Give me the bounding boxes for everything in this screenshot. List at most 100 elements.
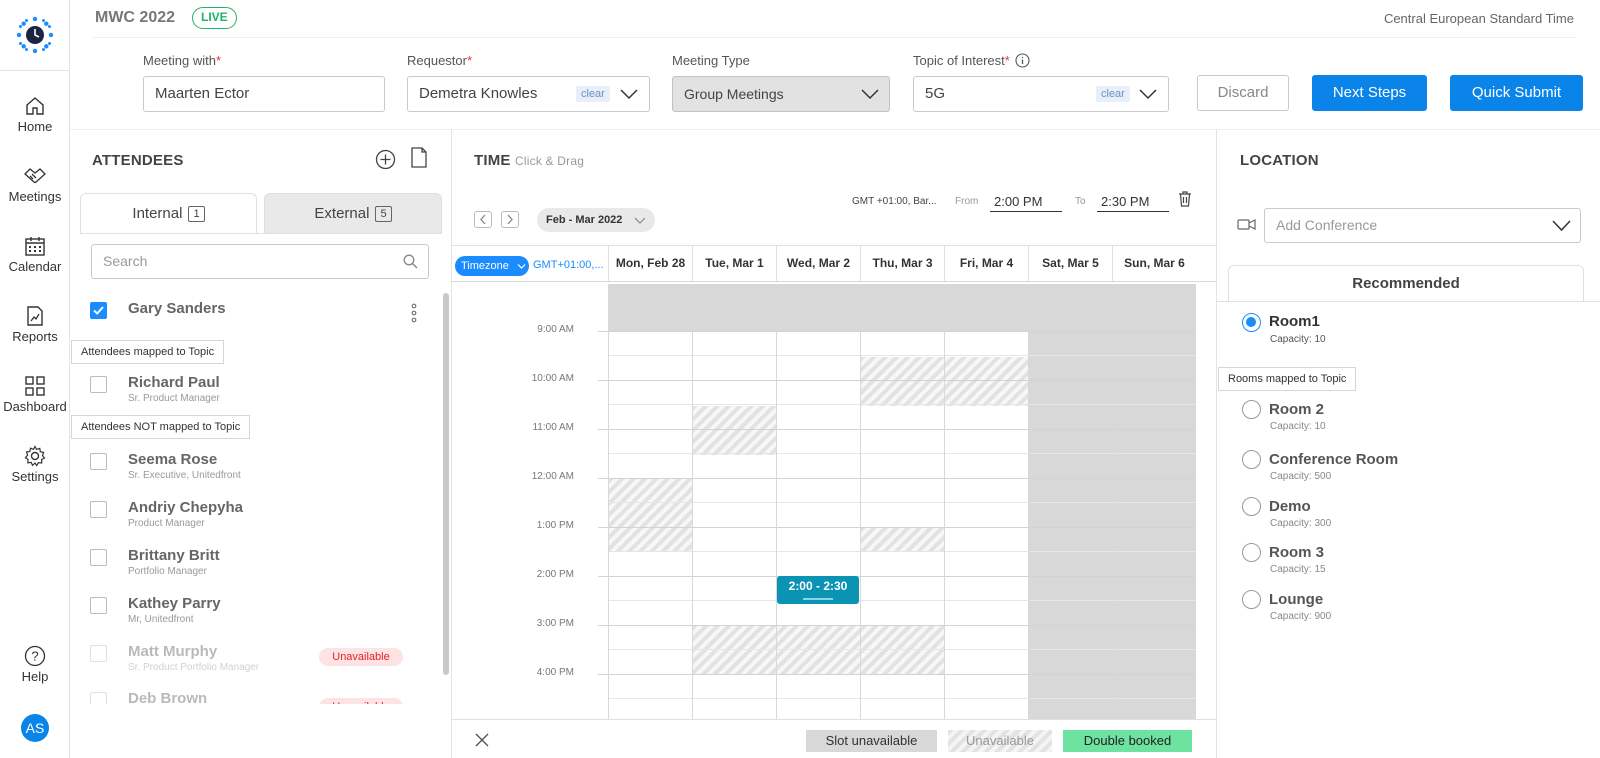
video-camera-icon — [1237, 219, 1256, 230]
room-radio[interactable] — [1242, 497, 1261, 516]
app-logo[interactable] — [15, 15, 55, 55]
grid-line — [608, 453, 1196, 454]
day-column[interactable] — [608, 284, 609, 719]
avatar[interactable]: AS — [21, 714, 49, 742]
hour-tick — [598, 527, 608, 528]
nav-reports[interactable]: Reports — [0, 305, 70, 344]
attendee-row[interactable]: Andriy Chepyha Product Manager — [90, 499, 420, 543]
attendee-checkbox[interactable] — [90, 453, 107, 470]
attendee-row[interactable]: Seema Rose Sr. Executive, Unitedfront — [90, 451, 420, 495]
date-range-value: Feb - Mar 2022 — [546, 214, 623, 226]
attendee-row[interactable]: Brittany Britt Portfolio Manager — [90, 547, 420, 591]
trash-icon[interactable] — [1178, 191, 1192, 207]
topic-clear-button[interactable]: clear — [1096, 86, 1130, 102]
hour-tick — [598, 429, 608, 430]
tab-recommended[interactable]: Recommended — [1228, 265, 1584, 301]
attendee-name: Andriy Chepyha — [128, 499, 244, 516]
tab-external[interactable]: External 5 — [264, 193, 442, 233]
room-capacity: Capacity: 500 — [1270, 471, 1331, 482]
attendee-row[interactable]: Richard Paul Sr. Product Manager — [90, 374, 420, 418]
topic-select[interactable]: 5G clear — [913, 76, 1169, 112]
nav-meetings[interactable]: Meetings — [0, 165, 70, 204]
close-icon[interactable] — [474, 732, 490, 748]
nav-help[interactable]: ? Help — [0, 645, 70, 684]
from-time-input[interactable]: 2:00 PM — [990, 194, 1062, 212]
attendee-checkbox[interactable] — [90, 501, 107, 518]
chevron-down-icon — [634, 217, 646, 224]
hour-label: 3:00 PM — [536, 618, 574, 629]
discard-button[interactable]: Discard — [1197, 75, 1289, 111]
meeting-with-input[interactable]: Maarten Ector — [143, 76, 385, 112]
meeting-type-label: Meeting Type — [672, 53, 750, 68]
tab-internal-count: 1 — [188, 206, 205, 222]
header-divider — [93, 37, 1575, 38]
room-capacity: Capacity: 300 — [1270, 518, 1331, 529]
tab-underline — [1216, 301, 1600, 302]
attendee-checkbox[interactable] — [90, 597, 107, 614]
add-conference-select[interactable]: Add Conference — [1264, 208, 1581, 243]
day-column[interactable] — [944, 284, 945, 719]
prev-week-button[interactable] — [474, 211, 492, 228]
room-capacity: Capacity: 10 — [1270, 421, 1326, 432]
nav-home[interactable]: Home — [0, 95, 70, 134]
day-column[interactable] — [692, 284, 693, 719]
attendee-role: Sr. Executive, Unitedfront — [128, 470, 241, 481]
requestor-select[interactable]: Demetra Knowles clear — [407, 76, 650, 112]
room-radio[interactable] — [1242, 313, 1261, 332]
attendee-row-selected[interactable]: Gary Sanders — [90, 300, 420, 344]
timezone-button[interactable]: Timezone — [455, 256, 529, 276]
more-options-icon[interactable] — [411, 303, 417, 323]
attendees-not-mapped-tag: Attendees NOT mapped to Topic — [71, 415, 251, 439]
room-name: Room1 — [1269, 313, 1320, 330]
quick-submit-button[interactable]: Quick Submit — [1450, 75, 1583, 111]
attendee-checkbox[interactable] — [90, 376, 107, 393]
next-steps-button[interactable]: Next Steps — [1312, 75, 1427, 111]
legend-double-booked: Double booked — [1063, 730, 1192, 752]
attendee-scrollbar[interactable] — [443, 293, 449, 675]
attendee-name: Brittany Britt — [128, 547, 220, 564]
day-header: Tue, Mar 1 — [692, 245, 776, 281]
document-icon[interactable] — [410, 147, 428, 169]
legend-divider — [451, 719, 1216, 720]
attendee-name: Kathey Parry — [128, 595, 221, 612]
meeting-type-select[interactable]: Group Meetings — [672, 76, 890, 112]
room-radio[interactable] — [1242, 450, 1261, 469]
selected-time-slot[interactable]: 2:00 - 2:30 — [777, 576, 859, 604]
grid-line — [608, 698, 1196, 699]
requestor-label-text: Requestor — [407, 53, 467, 68]
requestor-clear-button[interactable]: clear — [576, 86, 610, 102]
attendee-search-input[interactable]: Search — [91, 244, 429, 279]
room-radio[interactable] — [1242, 590, 1261, 609]
hour-label: 12:00 AM — [531, 471, 574, 482]
room-radio[interactable] — [1242, 400, 1261, 419]
add-attendee-icon[interactable] — [375, 149, 396, 170]
grid-line — [608, 649, 1196, 650]
attendee-checkbox[interactable] — [90, 302, 107, 319]
nav-reports-label: Reports — [12, 329, 58, 344]
attendee-row[interactable]: Kathey Parry Mr, Unitedfront — [90, 595, 420, 639]
meeting-type-value: Group Meetings — [684, 86, 784, 102]
nav-calendar[interactable]: Calendar — [0, 235, 70, 274]
required-marker: * — [1004, 53, 1010, 68]
day-column[interactable] — [860, 284, 861, 719]
room-capacity: Capacity: 900 — [1270, 611, 1331, 622]
day-column[interactable] — [1028, 284, 1029, 719]
event-name: MWC 2022 — [95, 9, 176, 26]
calendar-grid[interactable]: 2:00 - 2:30 — [608, 284, 1196, 719]
grid-line — [608, 527, 1196, 528]
nav-dashboard[interactable]: Dashboard — [0, 375, 70, 414]
date-range-select[interactable]: Feb - Mar 2022 — [537, 208, 655, 232]
tab-internal[interactable]: Internal 1 — [80, 193, 257, 233]
attendee-checkbox[interactable] — [90, 549, 107, 566]
day-column[interactable] — [776, 284, 777, 719]
gmt-short: GMT +01:00, Bar... — [852, 196, 937, 207]
day-column[interactable] — [1112, 284, 1113, 719]
info-icon[interactable] — [1015, 53, 1031, 68]
tab-underline — [80, 233, 442, 234]
nav-settings[interactable]: Settings — [0, 445, 70, 484]
resize-handle[interactable] — [803, 598, 833, 600]
to-time-input[interactable]: 2:30 PM — [1097, 194, 1169, 212]
next-week-button[interactable] — [501, 211, 519, 228]
attendee-role: Portfolio Manager — [128, 566, 207, 577]
room-radio[interactable] — [1242, 543, 1261, 562]
